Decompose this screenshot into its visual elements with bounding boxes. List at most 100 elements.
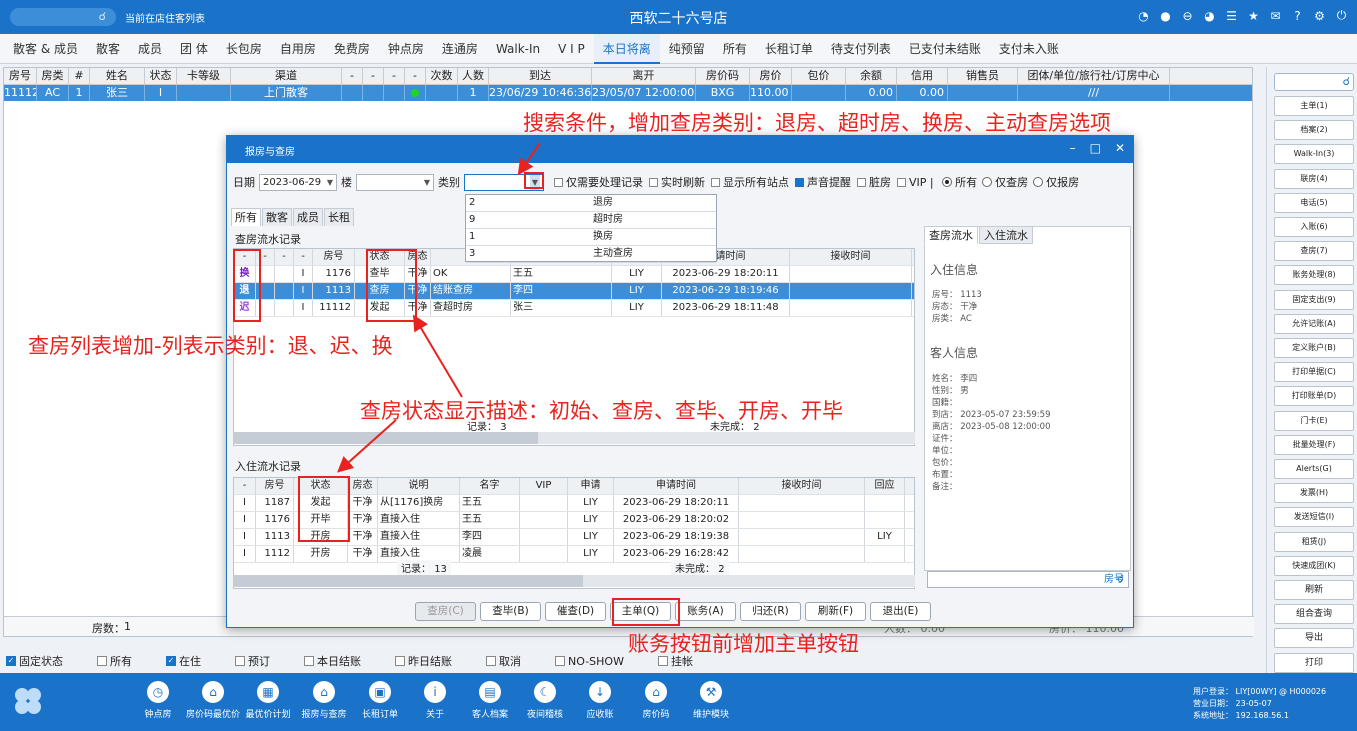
minimize-icon[interactable]: – xyxy=(1070,141,1076,155)
subtab-0[interactable]: 所有 xyxy=(231,208,261,226)
sidebar-button-19[interactable]: 快速成团(K) xyxy=(1274,555,1354,576)
sidebar-button-22[interactable]: 导出 xyxy=(1274,628,1354,649)
subtab-1[interactable]: 散客 xyxy=(262,208,292,226)
filter-5[interactable]: 昨日结账 xyxy=(395,653,452,669)
filter-3[interactable]: 预订 xyxy=(235,653,270,669)
nav-7[interactable]: ☾ 夜间稽核 xyxy=(517,681,573,720)
sidebar-button-0[interactable]: 主单(1) xyxy=(1274,96,1354,116)
dialog-button-5[interactable]: 归还(R) xyxy=(740,602,801,621)
detail-tab-0[interactable]: 查房流水 xyxy=(924,226,978,244)
sidebar-button-15[interactable]: Alerts(G) xyxy=(1274,459,1354,479)
table-row[interactable]: 退 I 1113 查房 干净 结账查房 李四 LIY 2023-06-29 18:19:46 xyxy=(234,283,914,300)
tab-4[interactable]: 长包房 xyxy=(217,34,271,64)
option-1[interactable]: 实时刷新 xyxy=(643,176,705,189)
option-4[interactable]: 脏房 xyxy=(851,176,891,189)
sidebar-button-6[interactable]: 查房(7) xyxy=(1274,241,1354,262)
minus-circle-icon[interactable]: ⊖ xyxy=(1180,8,1195,23)
filter-7[interactable]: NO-SHOW xyxy=(555,655,624,668)
nav-4[interactable]: ▣ 长租订单 xyxy=(352,681,408,720)
radio-2[interactable]: 仅报房 xyxy=(1028,176,1079,189)
tab-1[interactable]: 散客 xyxy=(87,34,129,64)
nav-8[interactable]: ↓ 应收账 xyxy=(572,681,628,720)
tab-5[interactable]: 自用房 xyxy=(271,34,325,64)
tab-17[interactable]: 支付未入账 xyxy=(990,34,1068,64)
sidebar-button-21[interactable]: 组合查询 xyxy=(1274,604,1354,625)
checkbox-icon[interactable] xyxy=(486,656,496,666)
nav-3[interactable]: ⌂ 报房与查房 xyxy=(296,681,352,720)
sidebar-button-13[interactable]: 门卡(E) xyxy=(1274,410,1354,431)
nav-5[interactable]: i 关于 xyxy=(407,681,463,720)
tab-12[interactable]: 纯预留 xyxy=(660,34,714,64)
wifi-icon[interactable]: ◔ xyxy=(1136,8,1151,23)
tab-8[interactable]: 连通房 xyxy=(433,34,487,64)
option-2[interactable]: 显示所有站点 xyxy=(705,176,789,189)
sidebar-button-23[interactable]: 打印 xyxy=(1274,652,1354,673)
checkbox-icon[interactable] xyxy=(235,656,245,666)
checkbox-icon[interactable]: ✓ xyxy=(166,656,176,666)
category-option[interactable]: 9 超时房 xyxy=(466,212,716,229)
gear-icon[interactable]: ⚙ xyxy=(1312,8,1327,23)
horizontal-scrollbar[interactable] xyxy=(233,575,915,587)
sidebar-button-14[interactable]: 批量处理(F) xyxy=(1274,434,1354,455)
category-option[interactable]: 1 换房 xyxy=(466,229,716,246)
sidebar-button-12[interactable]: 打印账单(D) xyxy=(1274,386,1354,407)
tab-7[interactable]: 钟点房 xyxy=(379,34,433,64)
power-icon[interactable]: ⏻ xyxy=(1334,8,1349,23)
sidebar-button-16[interactable]: 发票(H) xyxy=(1274,483,1354,504)
sidebar-search-input[interactable]: ☌ xyxy=(1274,73,1354,91)
sidebar-button-4[interactable]: 电话(5) xyxy=(1274,192,1354,213)
mail-icon[interactable]: ✉ xyxy=(1268,8,1283,23)
room-search-input[interactable]: 房号 ☌ xyxy=(927,571,1129,588)
radio-icon[interactable] xyxy=(1033,177,1044,187)
filter-6[interactable]: 取消 xyxy=(486,653,521,669)
tab-14[interactable]: 长租订单 xyxy=(756,34,822,64)
sidebar-button-9[interactable]: 允许记账(A) xyxy=(1274,313,1354,334)
tab-10[interactable]: V I P xyxy=(549,34,594,64)
checkbox-icon[interactable] xyxy=(555,656,565,666)
subtab-2[interactable]: 成员 xyxy=(293,208,323,226)
dialog-button-6[interactable]: 刷新(F) xyxy=(805,602,866,621)
close-icon[interactable]: ✕ xyxy=(1115,141,1125,155)
sidebar-button-8[interactable]: 固定支出(9) xyxy=(1274,289,1354,310)
table-row[interactable]: 换 I 1176 查毕 干净 OK 王五 LIY 2023-06-29 18:20:11 xyxy=(234,266,914,283)
building-select[interactable]: ▼ xyxy=(356,173,434,191)
checkbox-icon[interactable] xyxy=(649,178,658,187)
checkbox-icon[interactable] xyxy=(857,178,866,187)
top-search-input[interactable]: ☌ xyxy=(10,8,116,26)
sidebar-button-17[interactable]: 发送短信(I) xyxy=(1274,507,1354,528)
checkbox-icon[interactable] xyxy=(897,178,906,187)
radio-0[interactable]: 所有 xyxy=(937,176,977,189)
tab-15[interactable]: 待支付列表 xyxy=(822,34,900,64)
sidebar-button-7[interactable]: 账务处理(8) xyxy=(1274,265,1354,286)
sidebar-button-5[interactable]: 入账(6) xyxy=(1274,217,1354,237)
sidebar-button-2[interactable]: Walk-In(3) xyxy=(1274,144,1354,165)
star-icon[interactable]: ★ xyxy=(1246,8,1261,23)
filter-0[interactable]: ✓ 固定状态 xyxy=(6,653,63,669)
dialog-button-7[interactable]: 退出(E) xyxy=(870,602,931,621)
dialog-button-2[interactable]: 催查(D) xyxy=(545,602,606,621)
option-0[interactable]: 仅需要处理记录 xyxy=(548,176,643,189)
table-row[interactable]: I 1112 开房 干净 直接入住 凌晨 LIY 2023-06-29 16:28:42 xyxy=(234,546,914,563)
table-row[interactable]: 11112 AC 1 张三 I 上门散客 1 23/06/29 10:46:36 23/05/0… xyxy=(4,85,1252,101)
nav-1[interactable]: ⌂ 房价码最优价 xyxy=(185,681,241,720)
option-5[interactable]: VIP xyxy=(891,176,926,189)
tab-11[interactable]: 本日将离 xyxy=(593,33,660,64)
filter-1[interactable]: 所有 xyxy=(97,653,132,669)
radio-icon[interactable] xyxy=(942,177,953,187)
date-select[interactable]: 2023-06-29 ▼ xyxy=(259,173,337,191)
tab-6[interactable]: 免费房 xyxy=(325,34,379,64)
filter-2[interactable]: ✓ 在住 xyxy=(166,653,201,669)
tab-9[interactable]: Walk-In xyxy=(487,34,549,64)
subtab-3[interactable]: 长租 xyxy=(324,208,354,226)
checkbox-icon[interactable] xyxy=(795,178,804,187)
nav-0[interactable]: ◷ 钟点房 xyxy=(130,681,186,720)
horizontal-scrollbar[interactable] xyxy=(233,432,915,444)
checkbox-icon[interactable] xyxy=(554,178,563,187)
sidebar-button-18[interactable]: 租赁(J) xyxy=(1274,531,1354,552)
chat-icon[interactable]: ● xyxy=(1158,8,1173,23)
maximize-icon[interactable]: □ xyxy=(1090,141,1101,155)
checkbox-icon[interactable] xyxy=(97,656,107,666)
tab-13[interactable]: 所有 xyxy=(714,34,756,64)
tab-0[interactable]: 散客 & 成员 xyxy=(4,34,87,64)
help-icon[interactable]: ? xyxy=(1290,8,1305,23)
